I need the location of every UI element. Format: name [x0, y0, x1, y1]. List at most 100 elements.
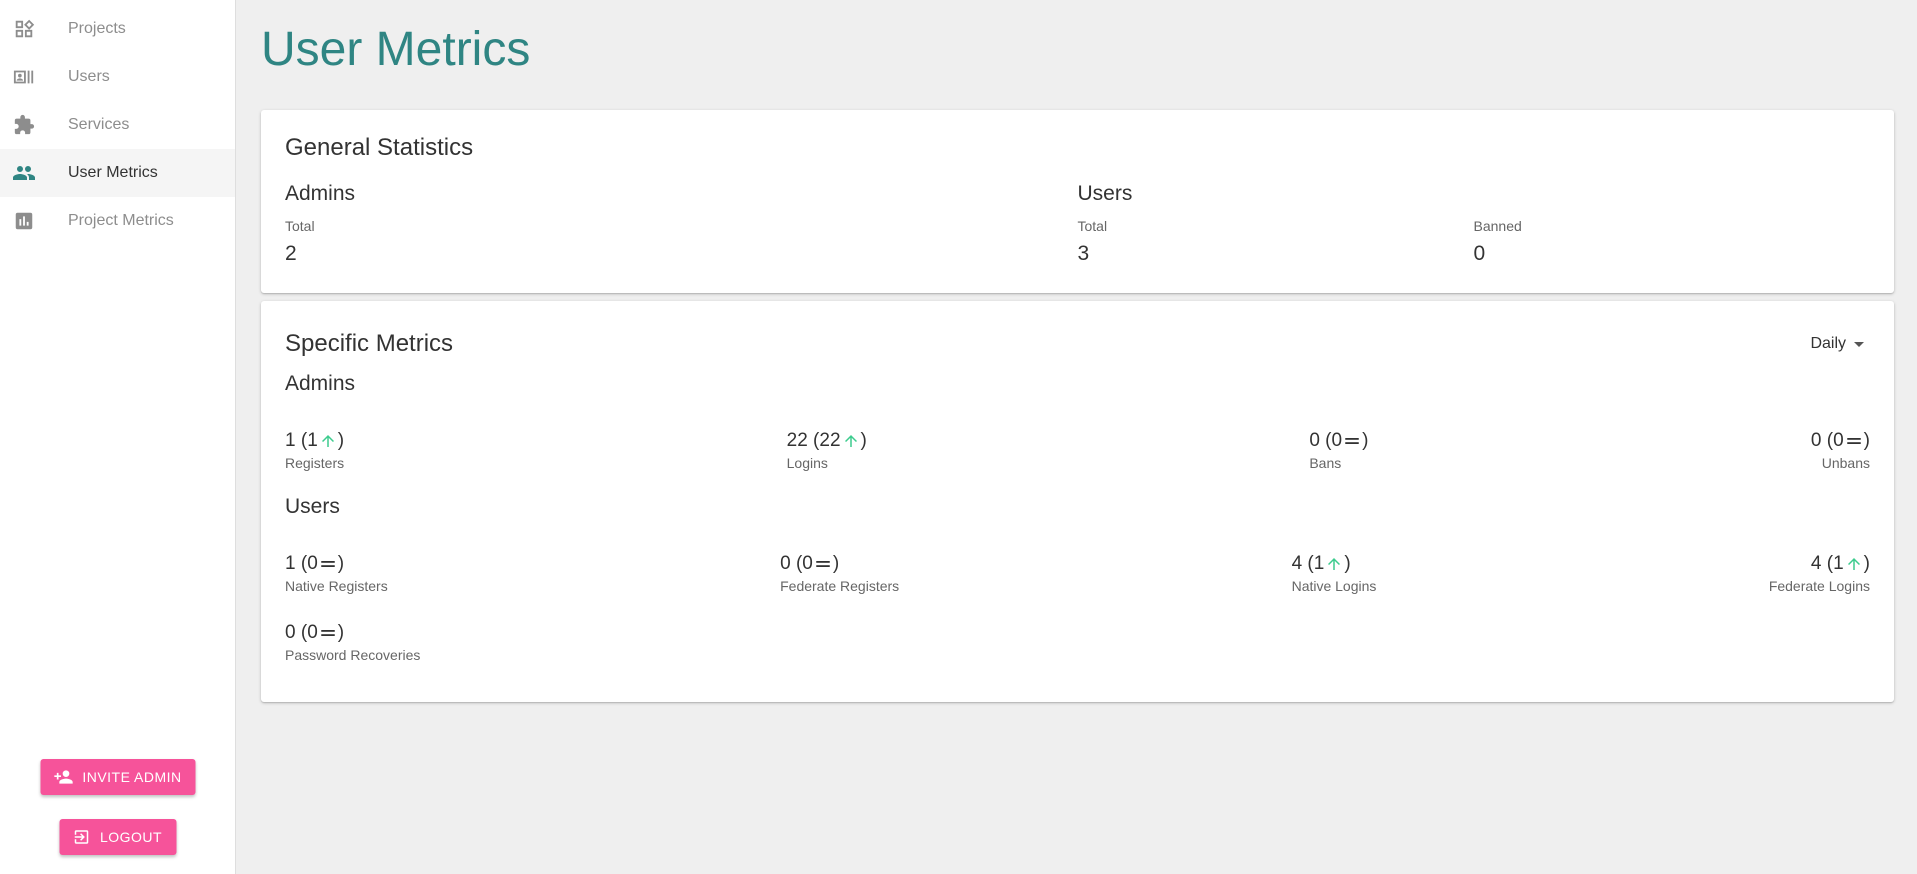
metric-count: 4 [1291, 553, 1303, 574]
general-admins-section: Admins Total 2 [285, 182, 1078, 266]
metric-delta: 1 [307, 430, 318, 451]
metric-count: 1 [285, 430, 296, 451]
equals-icon [319, 555, 337, 573]
logout-button[interactable]: LOGOUT [59, 819, 176, 855]
specific-admins-heading: Admins [285, 372, 356, 395]
main-content: User Metrics General Statistics Admins T… [236, 0, 1917, 874]
metric-count: 0 [285, 622, 296, 643]
sidebar-item-label: Services [68, 116, 130, 133]
metric-count: 0 [1810, 430, 1822, 451]
metric-label: Logins [786, 455, 828, 471]
equals-icon [814, 555, 832, 573]
sidebar-item-users[interactable]: Users [0, 53, 235, 101]
metric-value: 0 (0) [1309, 430, 1368, 452]
metric-delta: 0 [1331, 430, 1343, 451]
arrow-up-icon [842, 432, 860, 450]
metric-paren-close: ) [860, 430, 867, 451]
metric-password-recoveries: 0 (0) Password Recoveries [285, 622, 420, 663]
specific-metrics-title: Specific Metrics [285, 330, 454, 357]
metric-value: 1 (0) [285, 553, 388, 575]
metric-paren-close: ) [1863, 553, 1870, 574]
metric-label: Bans [1309, 455, 1342, 471]
period-select[interactable]: Daily [1810, 335, 1864, 353]
metric-value: 4 (1) [1292, 553, 1377, 575]
users-banned-label: Banned [1473, 218, 1522, 234]
sidebar-item-user-metrics[interactable]: User Metrics [0, 149, 235, 197]
metric-native-registers: 1 (0) Native Registers [285, 553, 388, 594]
metric-value: 4 (1) [1769, 553, 1870, 575]
logout-icon [75, 830, 89, 844]
metric-federate-logins: 4 (1) Federate Logins [1769, 553, 1870, 594]
metric-paren-open: ( [295, 622, 308, 643]
metric-label: Registers [285, 455, 345, 471]
sidebar-item-projects[interactable]: Projects [0, 5, 235, 53]
metric-delta: 0 [1833, 430, 1844, 451]
users-total-value: 3 [1077, 242, 1090, 265]
metric-paren-open: ( [1821, 553, 1834, 574]
arrow-up-icon [1325, 555, 1343, 573]
metric-count: 22 [786, 430, 808, 451]
general-admins-heading: Admins [285, 182, 356, 205]
people-icon [12, 161, 36, 185]
period-select-value: Daily [1810, 335, 1846, 352]
metric-delta: 1 [1833, 553, 1844, 574]
general-users-heading: Users [1077, 182, 1133, 205]
equals-icon [319, 624, 337, 642]
metric-value: 1 (1) [285, 430, 344, 452]
metric-delta: 22 [819, 430, 841, 451]
invite-admin-button[interactable]: INVITE ADMIN [40, 759, 195, 795]
metric-paren-close: ) [1344, 553, 1351, 574]
metric-delta: 0 [802, 553, 813, 574]
bar-chart-icon [12, 209, 36, 233]
metric-value: 22 (22) [787, 430, 867, 452]
user-extra-metrics-row: 0 (0) Password Recoveries [285, 622, 1870, 663]
metric-federate-registers: 0 (0) Federate Registers [780, 553, 899, 594]
invite-admin-label: INVITE ADMIN [82, 769, 182, 785]
equals-icon [1343, 432, 1361, 450]
sidebar-item-label: User Metrics [68, 164, 158, 181]
sidebar: Projects Users Services User Metrics Pro… [0, 0, 236, 874]
users-total-label: Total [1077, 218, 1108, 234]
metric-bans: 0 (0) Bans [1309, 430, 1368, 471]
metric-label: Native Registers [285, 578, 388, 594]
sidebar-item-services[interactable]: Services [0, 101, 235, 149]
metric-label: Password Recoveries [285, 647, 421, 663]
admin-metrics-row: 1 (1) Registers 22 (22) Logins 0 (0) Bans 0 (0… [285, 430, 1870, 471]
specific-users-heading: Users [285, 495, 340, 518]
metric-paren-close: ) [337, 430, 345, 451]
users-banned-value: 0 [1473, 242, 1486, 265]
metric-count: 0 [1309, 430, 1320, 451]
sidebar-nav: Projects Users Services User Metrics Pro… [0, 0, 235, 245]
sidebar-item-label: Project Metrics [68, 212, 174, 229]
equals-icon [1845, 432, 1863, 450]
metric-label: Federate Registers [780, 578, 900, 594]
metric-unbans: 0 (0) Unbans [1811, 430, 1870, 471]
metric-logins: 22 (22) Logins [787, 430, 867, 471]
metric-paren-close: ) [1362, 430, 1369, 451]
metric-count: 1 [285, 553, 296, 574]
specific-metrics-card: Specific Metrics Daily Admins 1 (1) Regis… [261, 301, 1894, 702]
extension-icon [12, 113, 36, 137]
metric-paren-open: ( [1302, 553, 1314, 574]
metric-count: 4 [1810, 553, 1822, 574]
metric-value: 0 (0) [285, 622, 420, 644]
arrow-up-icon [1845, 555, 1863, 573]
metric-value: 0 (0) [780, 553, 899, 575]
metric-label: Federate Logins [1768, 578, 1870, 594]
metric-paren-close: ) [337, 553, 345, 574]
arrow-up-icon [319, 432, 337, 450]
metric-paren-open: ( [1821, 430, 1834, 451]
metric-paren-close: ) [832, 553, 840, 574]
metric-native-logins: 4 (1) Native Logins [1292, 553, 1377, 594]
metric-paren-close: ) [1863, 430, 1870, 451]
metric-delta: 0 [307, 553, 318, 574]
metric-paren-close: ) [337, 622, 345, 643]
caret-down-icon [1854, 341, 1864, 347]
metric-paren-open: ( [295, 430, 308, 451]
sidebar-item-label: Projects [68, 20, 126, 37]
metric-delta: 1 [1313, 553, 1325, 574]
metric-paren-open: ( [807, 430, 820, 451]
sidebar-item-project-metrics[interactable]: Project Metrics [0, 197, 235, 245]
metric-label: Unbans [1821, 455, 1870, 471]
admins-total-value: 2 [285, 242, 297, 265]
